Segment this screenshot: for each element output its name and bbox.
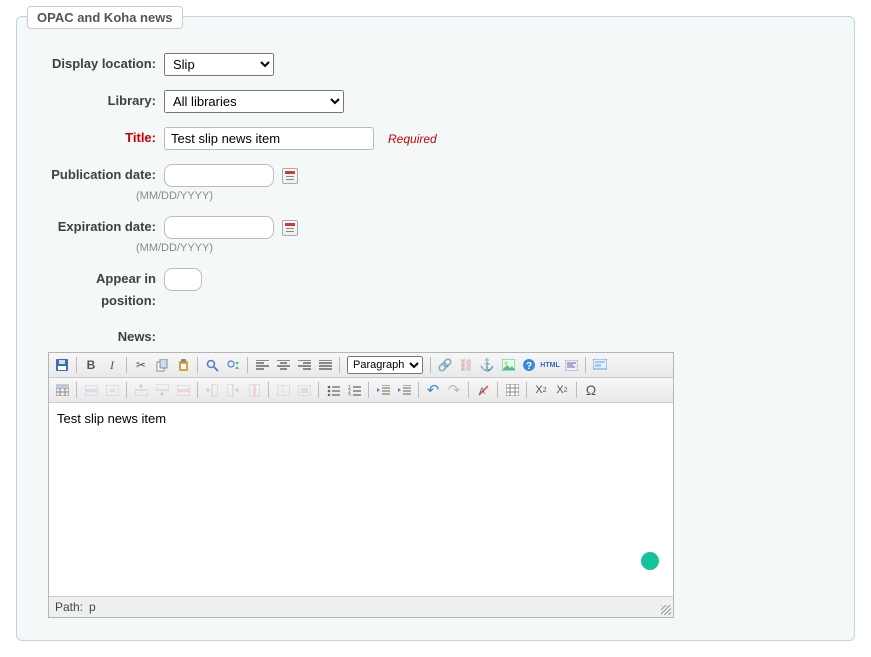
row-props-icon[interactable] (82, 381, 100, 399)
redo-icon[interactable]: ↷ (445, 381, 463, 399)
anchor-icon[interactable]: ⚓ (478, 356, 496, 374)
undo-icon[interactable]: ↶ (424, 381, 442, 399)
image-icon[interactable] (499, 356, 517, 374)
italic-icon[interactable]: I (103, 356, 121, 374)
insert-col-after-icon[interactable] (224, 381, 242, 399)
cell-props-icon[interactable] (103, 381, 121, 399)
expiration-date-input[interactable] (164, 216, 274, 239)
rich-text-editor: B I ✂ Paragraph 🔗 ⛓ ⚓ (48, 352, 832, 618)
replace-icon[interactable] (224, 356, 242, 374)
editor-toolbar-2: 123 ↶ ↷ A X2 X2 Ω (49, 378, 673, 403)
appear-position-input[interactable] (164, 268, 202, 291)
label-expiration-date: Expiration date: (39, 216, 164, 238)
format-select[interactable]: Paragraph (347, 356, 423, 374)
align-left-icon[interactable] (253, 356, 271, 374)
svg-text:A: A (479, 386, 485, 396)
outdent-icon[interactable] (374, 381, 392, 399)
copy-icon[interactable] (153, 356, 171, 374)
calendar-icon[interactable] (282, 168, 298, 184)
title-input[interactable] (164, 127, 374, 150)
label-title: Title: (39, 127, 164, 149)
grammarly-icon[interactable] (641, 552, 659, 570)
svg-text:3: 3 (348, 393, 351, 396)
delete-row-icon[interactable] (174, 381, 192, 399)
unlink-icon[interactable]: ⛓ (457, 356, 475, 374)
subscript-icon[interactable]: X2 (532, 381, 550, 399)
publication-date-hint: (MM/DD/YYYY) (136, 190, 298, 202)
news-editor-body[interactable] (49, 403, 673, 596)
svg-text:?: ? (526, 361, 532, 372)
label-display-location: Display location: (39, 53, 164, 75)
merge-cells-icon[interactable] (295, 381, 313, 399)
align-right-icon[interactable] (295, 356, 313, 374)
paste-icon[interactable] (174, 356, 192, 374)
help-icon[interactable]: ? (520, 356, 538, 374)
display-location-select[interactable]: Slip (164, 53, 274, 76)
save-icon[interactable] (53, 356, 71, 374)
superscript-icon[interactable]: X2 (553, 381, 571, 399)
html-icon[interactable]: HTML (541, 356, 559, 374)
preview-icon[interactable] (591, 356, 609, 374)
delete-col-icon[interactable] (245, 381, 263, 399)
label-publication-date: Publication date: (39, 164, 164, 186)
code-icon[interactable] (562, 356, 580, 374)
fieldset-legend: OPAC and Koha news (27, 6, 183, 29)
find-icon[interactable] (203, 356, 221, 374)
table-icon[interactable] (53, 381, 71, 399)
news-form-fieldset: OPAC and Koha news Display location: Sli… (16, 16, 855, 641)
insert-row-before-icon[interactable] (132, 381, 150, 399)
remove-format-icon[interactable]: A (474, 381, 492, 399)
split-cells-icon[interactable] (274, 381, 292, 399)
insert-table-icon[interactable] (503, 381, 521, 399)
expiration-date-hint: (MM/DD/YYYY) (136, 242, 298, 254)
publication-date-input[interactable] (164, 164, 274, 187)
path-value[interactable]: p (89, 600, 96, 614)
insert-col-before-icon[interactable] (203, 381, 221, 399)
align-justify-icon[interactable] (316, 356, 334, 374)
path-label: Path: (55, 600, 83, 614)
link-icon[interactable]: 🔗 (436, 356, 454, 374)
library-select[interactable]: All libraries (164, 90, 344, 113)
align-center-icon[interactable] (274, 356, 292, 374)
editor-toolbar-1: B I ✂ Paragraph 🔗 ⛓ ⚓ (49, 353, 673, 378)
special-char-icon[interactable]: Ω (582, 381, 600, 399)
label-library: Library: (39, 90, 164, 112)
insert-row-after-icon[interactable] (153, 381, 171, 399)
indent-icon[interactable] (395, 381, 413, 399)
ordered-list-icon[interactable]: 123 (345, 381, 363, 399)
cut-icon[interactable]: ✂ (132, 356, 150, 374)
unordered-list-icon[interactable] (324, 381, 342, 399)
bold-icon[interactable]: B (82, 356, 100, 374)
label-appear-position: Appear in position: (39, 268, 164, 312)
label-news: News: (39, 326, 164, 348)
calendar-icon[interactable] (282, 220, 298, 236)
title-required-label: Required (388, 132, 437, 146)
